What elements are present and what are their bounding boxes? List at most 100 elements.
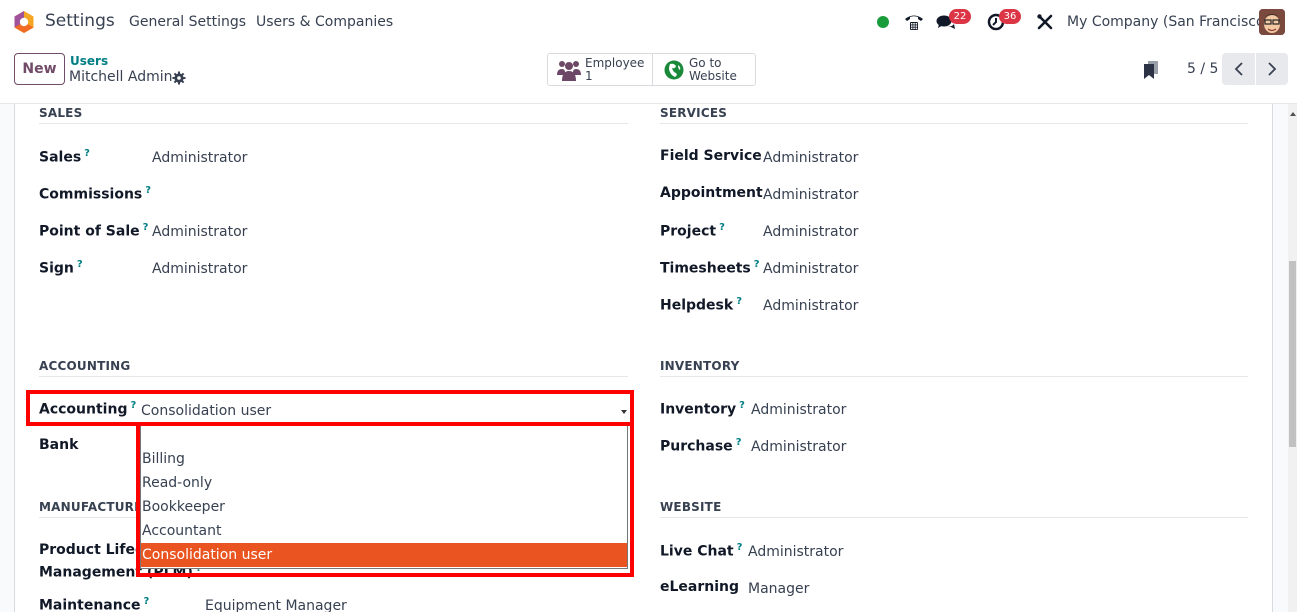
field-value-sales[interactable]: Administrator [152, 150, 247, 166]
field-value-live-chat[interactable]: Administrator [748, 544, 843, 560]
dropdown-option-consolidation-user[interactable]: Consolidation user [141, 543, 627, 567]
section-title-services: SERVICES [660, 106, 728, 120]
employee-smart-button-label: Employee [585, 56, 645, 70]
field-value-maintenance[interactable]: Equipment Manager [205, 598, 347, 612]
field-label-maintenance: Maintenance? [39, 596, 149, 612]
menu-users-companies[interactable]: Users & Companies [256, 14, 393, 30]
label-text: Inventory [660, 401, 737, 418]
label-text: Bank [39, 437, 79, 453]
globe-icon [664, 60, 684, 80]
pager-next-button[interactable] [1255, 53, 1288, 85]
field-label-point-of-sale: Point of Sale? [39, 222, 148, 240]
field-value-purchase[interactable]: Administrator [751, 439, 846, 455]
dropdown-option-empty[interactable] [141, 426, 627, 448]
section-divider [660, 517, 1248, 518]
top-navbar: Settings General Settings Users & Compan… [0, 0, 1297, 44]
section-title-sales: SALES [39, 106, 83, 120]
dropdown-caret-icon [621, 410, 627, 414]
help-tooltip-icon[interactable]: ? [143, 222, 149, 233]
dropdown-option-bookkeeper[interactable]: Bookkeeper [141, 495, 627, 519]
help-tooltip-icon[interactable]: ? [84, 148, 90, 159]
field-label-helpdesk: Helpdesk? [660, 296, 742, 314]
field-value-appointment[interactable]: Administrator [763, 187, 858, 203]
odoo-logo-icon[interactable] [13, 10, 35, 34]
presence-status-icon [877, 16, 889, 28]
field-label-sign: Sign? [39, 259, 83, 277]
label-text: Field Service [660, 148, 762, 164]
help-tooltip-icon[interactable]: ? [719, 222, 725, 233]
field-label-inventory: Inventory? [660, 400, 745, 418]
label-text: Live Chat [660, 543, 734, 560]
pager-value[interactable]: 5 / 5 [1187, 61, 1218, 77]
field-value-field-service[interactable]: Administrator [763, 150, 858, 166]
label-text: Sales [39, 149, 82, 166]
accounting-role-select[interactable]: Consolidation user [139, 398, 631, 424]
label-text: Maintenance [39, 597, 141, 612]
field-label-project: Project? [660, 222, 725, 240]
user-avatar[interactable] [1259, 9, 1285, 35]
activity-clock-icon[interactable]: 36 [985, 9, 1021, 32]
pager-buttons [1222, 53, 1288, 85]
help-tooltip-icon[interactable]: ? [736, 437, 742, 448]
field-value-timesheets[interactable]: Administrator [763, 261, 858, 277]
new-button[interactable]: New [14, 53, 65, 85]
field-value-project[interactable]: Administrator [763, 224, 858, 240]
field-label-timesheets: Timesheets? [660, 259, 760, 277]
field-label-accounting: Accounting? [39, 400, 136, 418]
messages-icon[interactable]: 22 [935, 9, 971, 32]
debug-tools-icon[interactable] [1034, 12, 1056, 32]
vertical-scrollbar[interactable] [1288, 104, 1297, 612]
field-value-sign[interactable]: Administrator [152, 261, 247, 277]
section-divider [660, 376, 1248, 377]
field-label-bank: Bank [39, 437, 78, 453]
help-tooltip-icon[interactable]: ? [736, 296, 742, 307]
field-value-commissions[interactable] [152, 187, 352, 205]
field-value-helpdesk[interactable]: Administrator [763, 298, 858, 314]
chevron-left-icon [1234, 62, 1243, 76]
field-label-live-chat: Live Chat? [660, 542, 742, 560]
help-tooltip-icon[interactable]: ? [754, 259, 760, 270]
accounting-selected-value: Consolidation user [141, 403, 272, 419]
label-text: Sign [39, 260, 74, 277]
label-text: Timesheets [660, 260, 751, 277]
website-smart-button-line2: Website [689, 69, 737, 83]
phone-icon[interactable] [903, 12, 925, 32]
scrollbar-thumb[interactable] [1289, 261, 1296, 447]
field-value-inventory[interactable]: Administrator [751, 402, 846, 418]
field-value-point-of-sale[interactable]: Administrator [152, 224, 247, 240]
help-tooltip-icon[interactable]: ? [737, 542, 743, 553]
company-switcher[interactable]: My Company (San Francisco) [1067, 14, 1270, 30]
dropdown-option-read-only[interactable]: Read-only [141, 471, 627, 495]
field-value-elearning[interactable]: Manager [748, 581, 809, 597]
gear-icon[interactable] [172, 71, 186, 85]
go-to-website-smart-button[interactable]: Go to Website [652, 54, 755, 85]
menu-general-settings[interactable]: General Settings [129, 14, 246, 30]
help-tooltip-icon[interactable]: ? [77, 259, 83, 270]
scroll-up-arrow-icon[interactable] [1290, 112, 1296, 116]
chevron-right-icon [1268, 62, 1277, 76]
help-tooltip-icon[interactable]: ? [739, 400, 745, 411]
section-title-inventory: INVENTORY [660, 359, 740, 373]
bookmark-icon[interactable] [1143, 61, 1159, 79]
accounting-dropdown-list: Billing Read-only Bookkeeper Accountant … [140, 426, 628, 569]
field-label-sales: Sales? [39, 148, 90, 166]
label-text: Helpdesk [660, 297, 734, 314]
breadcrumb-users[interactable]: Users [70, 54, 108, 68]
breadcrumb-current-record: Mitchell Admin [69, 69, 173, 85]
label-text: Accounting [39, 401, 128, 418]
label-text: Point of Sale [39, 223, 140, 240]
help-tooltip-icon[interactable]: ? [145, 185, 151, 196]
field-label-field-service: Field Service [660, 148, 762, 164]
help-tooltip-icon[interactable]: ? [130, 400, 136, 411]
dropdown-option-accountant[interactable]: Accountant [141, 519, 627, 543]
label-text: Purchase [660, 438, 733, 455]
employee-smart-button[interactable]: Employee 1 [548, 54, 652, 85]
help-tooltip-icon[interactable]: ? [144, 596, 150, 607]
app-title[interactable]: Settings [45, 11, 115, 31]
label-text: Appointment [660, 185, 763, 201]
section-divider [39, 376, 628, 377]
dropdown-option-billing[interactable]: Billing [141, 447, 627, 471]
label-text: Commissions [39, 186, 143, 203]
control-panel: New Users Mitchell Admin Employee 1 Go t… [0, 44, 1297, 104]
pager-previous-button[interactable] [1222, 53, 1255, 85]
